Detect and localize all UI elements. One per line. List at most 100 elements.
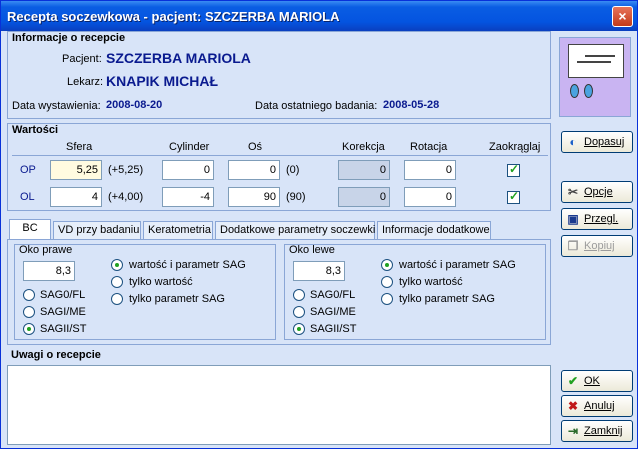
kopiuj-button: ❐ Kopiuj	[561, 235, 633, 257]
right-sagi-radio[interactable]	[23, 306, 35, 318]
right-mode-sag-radio[interactable]	[111, 293, 123, 305]
header-sfera: Sfera	[66, 141, 93, 153]
right-sagi-label: SAGI/ME	[40, 306, 86, 318]
dopasuj-label: Dopasuj	[584, 136, 625, 148]
notes-title: Uwagi o recepcie	[11, 349, 101, 361]
anuluj-button[interactable]: ✖ Anuluj	[561, 395, 633, 417]
op-korekcja-input: 0	[338, 160, 390, 180]
ol-korekcja-input: 0	[338, 187, 390, 207]
patient-label: Pacjent:	[62, 53, 102, 65]
card-paper-icon	[568, 44, 624, 78]
dopasuj-button[interactable]: ◐ Dopasuj	[561, 131, 633, 153]
right-sag0-radio[interactable]	[23, 289, 35, 301]
op-rotacja-input[interactable]: 0	[404, 160, 456, 180]
header-os: Oś	[248, 141, 263, 153]
left-eye-title: Oko lewe	[289, 244, 335, 256]
left-mode-value-radio[interactable]	[381, 276, 393, 288]
dialog-body: Informacje o recepcie Pacjent: SZCZERBA …	[5, 31, 633, 446]
right-mode-sag-label: tylko parametr SAG	[129, 293, 225, 305]
ok-label: OK	[584, 375, 600, 387]
kopiuj-label: Kopiuj	[584, 240, 615, 252]
copy-icon: ❐	[567, 239, 579, 253]
issued-label: Data wystawienia:	[12, 100, 101, 112]
right-mode-value-label: tylko wartość	[129, 276, 193, 288]
row-label-op: OP	[20, 164, 36, 176]
info-group: Informacje o recepcie Pacjent: SZCZERBA …	[7, 31, 551, 119]
left-mode-sag-label: tylko parametr SAG	[399, 293, 495, 305]
przegl-button[interactable]: ▣ Przegl.	[561, 208, 633, 230]
info-group-title: Informacje o recepcie	[12, 32, 126, 44]
left-sag0-label: SAG0/FL	[310, 289, 356, 301]
zamknij-label: Zamknij	[584, 425, 623, 437]
ol-rotacja-input[interactable]: 0	[404, 187, 456, 207]
tab-bc[interactable]: BC	[9, 219, 51, 239]
bc-tab-panel: Oko prawe 8,3 SAG0/FL SAGI/ME SAGII/ST w…	[7, 239, 551, 345]
right-mode-value-radio[interactable]	[111, 276, 123, 288]
dialog-window: Recepta soczewkowa - pacjent: SZCZERBA M…	[0, 0, 638, 449]
cancel-x-icon: ✖	[567, 399, 579, 413]
header-korekcja: Korekcja	[342, 141, 385, 153]
left-sag0-radio[interactable]	[293, 289, 305, 301]
left-mode-value-label: tylko wartość	[399, 276, 463, 288]
header-separator	[12, 155, 548, 156]
exam-date: 2008-05-28	[383, 99, 440, 111]
lens-fit-icon: ◐	[569, 135, 577, 149]
left-eye-bc-input[interactable]: 8,3	[293, 261, 345, 281]
left-eye-group: Oko lewe 8,3 SAG0/FL SAGI/ME SAGII/ST wa…	[284, 244, 546, 340]
opcje-button[interactable]: ✂ Opcje	[561, 181, 633, 203]
header-cylinder: Cylinder	[169, 141, 210, 153]
tools-icon: ✂	[567, 185, 579, 199]
ol-cylinder-input[interactable]: -4	[162, 187, 214, 207]
right-mode-both-label: wartość i parametr SAG	[129, 259, 246, 271]
right-sagii-radio[interactable]	[23, 323, 35, 335]
right-sag0-label: SAG0/FL	[40, 289, 86, 301]
tab-strip: BC VD przy badaniu Keratometria Dodatkow…	[7, 219, 551, 241]
checkmark-icon: ✔	[567, 374, 579, 388]
title-bar: Recepta soczewkowa - pacjent: SZCZERBA M…	[1, 1, 637, 31]
values-group-title: Wartości	[12, 124, 59, 136]
left-sagii-label: SAGII/ST	[310, 323, 357, 335]
tab-vd[interactable]: VD przy badaniu	[53, 221, 141, 239]
left-mode-both-label: wartość i parametr SAG	[399, 259, 516, 271]
anuluj-label: Anuluj	[584, 400, 615, 412]
right-sagii-label: SAGII/ST	[40, 323, 87, 335]
tab-informacje-dodatkowe[interactable]: Informacje dodatkowe	[377, 221, 491, 239]
exit-door-icon: ⇥	[567, 424, 579, 438]
op-sfera-hint: (+5,25)	[108, 164, 144, 176]
close-button[interactable]: ×	[612, 6, 633, 27]
ol-sfera-input[interactable]: 4	[50, 187, 102, 207]
header-zaokraglaj: Zaokrąglaj	[489, 141, 541, 153]
left-mode-both-radio[interactable]	[381, 259, 393, 271]
doctor-label: Lekarz:	[67, 76, 104, 88]
tab-dodatkowe-parametry[interactable]: Dodatkowe parametry soczewki	[215, 221, 375, 239]
op-os-hint: (0)	[286, 164, 300, 176]
ol-sfera-hint: (+4,00)	[108, 191, 144, 203]
ol-os-hint: (90)	[286, 191, 306, 203]
zamknij-button[interactable]: ⇥ Zamknij	[561, 420, 633, 442]
notes-textarea[interactable]	[7, 365, 551, 445]
right-eye-title: Oko prawe	[19, 244, 73, 256]
ol-round-checkbox[interactable]	[507, 189, 520, 204]
preview-icon: ▣	[567, 212, 579, 226]
op-round-checkbox[interactable]	[507, 162, 520, 177]
op-os-input[interactable]: 0	[228, 160, 280, 180]
left-sagii-radio[interactable]	[293, 323, 305, 335]
right-mode-both-radio[interactable]	[111, 259, 123, 271]
op-sfera-input[interactable]: 5,25	[50, 160, 102, 180]
right-eye-group: Oko prawe 8,3 SAG0/FL SAGI/ME SAGII/ST w…	[14, 244, 276, 340]
patient-name: SZCZERBA MARIOLA	[106, 50, 251, 66]
window-title: Recepta soczewkowa - pacjent: SZCZERBA M…	[7, 9, 340, 24]
ol-os-input[interactable]: 90	[228, 187, 280, 207]
right-eye-bc-input[interactable]: 8,3	[23, 261, 75, 281]
left-sagi-radio[interactable]	[293, 306, 305, 318]
lens-icon-right	[584, 84, 593, 98]
row-label-ol: OL	[20, 191, 35, 203]
ok-button[interactable]: ✔ OK	[561, 370, 633, 392]
opcje-label: Opcje	[584, 186, 613, 198]
op-cylinder-input[interactable]: 0	[162, 160, 214, 180]
left-sagi-label: SAGI/ME	[310, 306, 356, 318]
left-mode-sag-radio[interactable]	[381, 293, 393, 305]
values-group: Wartości Sfera Cylinder Oś Korekcja Rota…	[7, 123, 551, 211]
header-rotacja: Rotacja	[410, 141, 448, 153]
tab-keratometria[interactable]: Keratometria	[143, 221, 213, 239]
